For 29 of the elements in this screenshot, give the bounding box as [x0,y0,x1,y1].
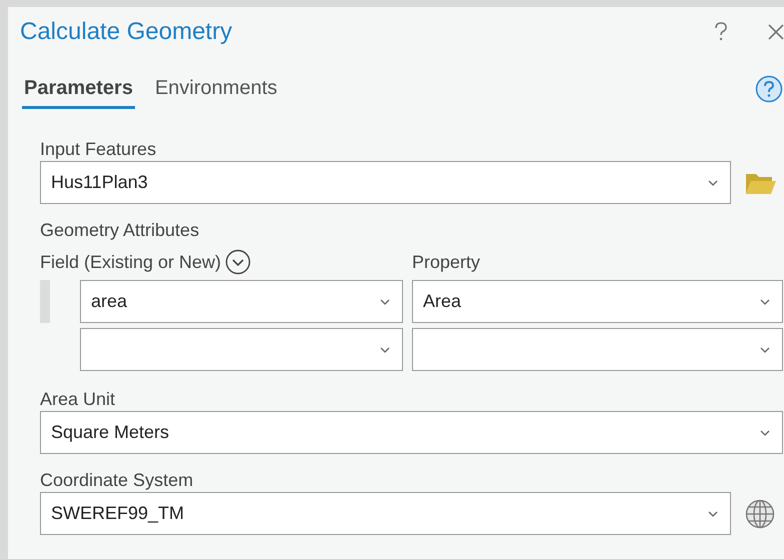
help-icon[interactable] [714,22,728,42]
column-label: Property [412,251,480,274]
chevron-icon [760,298,770,304]
section-label: Geometry Attributes [40,219,200,242]
field-label: Area Unit [40,388,116,411]
dialog-title: Calculate Geometry [20,18,232,46]
chevron-icon [760,346,770,352]
row-handle[interactable] [40,280,50,323]
dropdown-field[interactable]: Area [412,280,783,323]
dropdown-field[interactable] [412,328,783,371]
help-icon[interactable] [755,75,783,103]
dropdown-field[interactable]: Hus11Plan3 [40,161,731,204]
chevron-icon [708,510,718,516]
chevron-icon[interactable] [225,249,252,275]
tab[interactable]: Parameters [22,69,135,109]
column-label: Field (Existing or New) [40,251,222,274]
dropdown-field[interactable]: area [80,280,403,323]
dropdown-field[interactable] [80,328,403,371]
dropdown-field[interactable]: Square Meters [40,411,783,454]
field-label: Coordinate System [40,469,194,492]
chevron-icon [380,298,390,304]
tab[interactable]: Environments [152,69,280,109]
field-label: Input Features [40,138,158,161]
dropdown-field[interactable]: SWEREF99_TM [40,492,731,535]
globe-icon[interactable] [745,498,775,528]
chevron-icon [708,180,718,186]
close-icon[interactable] [768,24,784,40]
chevron-icon [380,346,390,352]
chevron-icon [760,430,770,436]
